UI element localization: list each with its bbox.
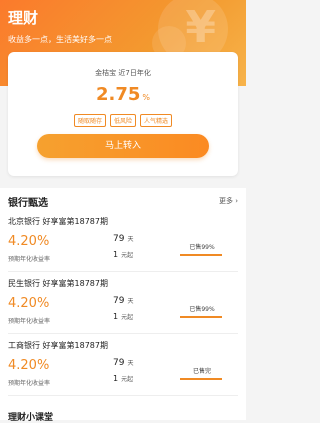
days-value: 79 — [113, 234, 125, 244]
page-subtitle: 收益多一点，生活美好多一点 — [8, 35, 112, 44]
min-value: 1 — [113, 312, 119, 321]
more-link[interactable]: 更多 › — [219, 196, 238, 206]
min-amount: 1 元起 — [113, 374, 133, 383]
sold-status: 已售完 — [192, 368, 211, 375]
featured-fund-card[interactable]: 金桔宝 近7日年化 2.75% 随取随存 低风险 人气精选 马上转入 — [8, 52, 238, 176]
min-unit: 元起 — [121, 376, 134, 383]
product-item[interactable]: 工商银行 好享富第18787期 4.20% 预期年化收益率 79 天 1 元起 已售… — [0, 334, 246, 396]
tag: 低风险 — [109, 114, 136, 127]
product-name: 民生银行 好享富第18787期 — [8, 279, 108, 288]
min-unit: 元起 — [121, 252, 134, 259]
min-amount: 1 元起 — [113, 312, 133, 321]
bank-products-section: 银行甄选 更多 › 北京银行 好享富第18787期 4.20% 预期年化收益率 … — [0, 188, 246, 420]
divider — [8, 395, 238, 396]
rate-value: 2.75% — [8, 84, 238, 105]
sold-progress-bar — [180, 316, 222, 318]
min-value: 1 — [113, 250, 119, 259]
rate-caption: 预期年化收益率 — [8, 318, 51, 325]
rate-caption: 预期年化收益率 — [8, 380, 51, 387]
product-name: 工商银行 好享富第18787期 — [8, 341, 108, 350]
days-unit: 天 — [127, 236, 134, 243]
progress-fill — [180, 378, 222, 380]
rate-label: 金桔宝 近7日年化 — [95, 69, 151, 77]
product-item[interactable]: 民生银行 好享富第18787期 4.20% 预期年化收益率 79 天 1 元起 已售… — [0, 272, 246, 334]
days-value: 79 — [113, 296, 125, 306]
yuan-coin-icon: ¥ — [185, 2, 216, 53]
progress-fill — [180, 316, 222, 318]
days-unit: 天 — [127, 360, 134, 367]
transfer-in-button[interactable]: 马上转入 — [37, 134, 209, 158]
min-amount: 1 元起 — [113, 250, 133, 259]
page-title: 理财 — [8, 9, 39, 27]
min-unit: 元起 — [121, 314, 134, 321]
rate-caption: 预期年化收益率 — [8, 256, 51, 263]
tag: 随取随存 — [73, 114, 106, 127]
section-title: 理财小课堂 — [8, 413, 54, 423]
sold-status: 已售99% — [189, 244, 215, 251]
product-item[interactable]: 北京银行 好享富第18787期 4.20% 预期年化收益率 79 天 1 元起 已售… — [0, 210, 246, 272]
feature-tags: 随取随存 低风险 人气精选 — [8, 114, 238, 127]
progress-fill — [180, 254, 222, 256]
term-days: 79 天 — [113, 358, 133, 368]
product-rate: 4.20% — [8, 296, 50, 311]
product-rate: 4.20% — [8, 234, 50, 249]
sold-progress-bar — [180, 254, 222, 256]
days-value: 79 — [113, 358, 125, 368]
rate-unit: % — [142, 93, 151, 102]
days-unit: 天 — [127, 298, 134, 305]
rate-number: 2.75 — [95, 84, 141, 105]
term-days: 79 天 — [113, 234, 133, 244]
tag: 人气精选 — [140, 114, 173, 127]
sold-status: 已售99% — [189, 306, 215, 313]
product-name: 北京银行 好享富第18787期 — [8, 217, 108, 226]
min-value: 1 — [113, 374, 119, 383]
sold-progress-bar — [180, 378, 222, 380]
product-rate: 4.20% — [8, 358, 50, 373]
section-title: 银行甄选 — [8, 198, 48, 209]
term-days: 79 天 — [113, 296, 133, 306]
